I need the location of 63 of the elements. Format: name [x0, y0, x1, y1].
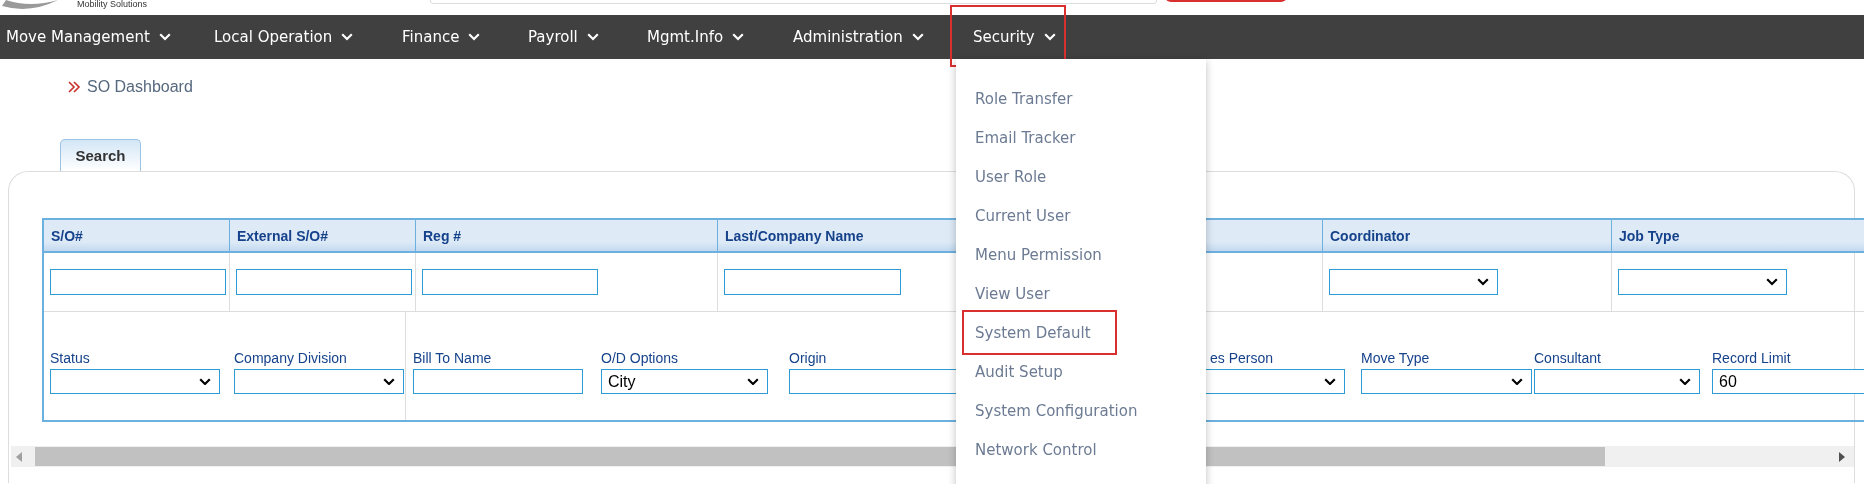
tab[interactable]: Search — [60, 139, 141, 171]
nav-menu-item[interactable]: Local Operation — [214, 15, 354, 59]
dropdown-menu-item[interactable]: User Role — [975, 167, 1047, 186]
chevron-down-icon — [1043, 33, 1056, 41]
chevron-down-icon — [1477, 278, 1489, 286]
nav-menu-item[interactable]: Payroll — [528, 15, 599, 59]
nav-menu-item[interactable]: Move Management — [6, 15, 171, 59]
chevron-down-icon — [1766, 278, 1778, 286]
dropdown-field[interactable] — [1361, 369, 1532, 394]
input-field[interactable] — [236, 269, 412, 295]
chevron-down-icon — [383, 377, 395, 386]
chevron-down-icon — [1324, 377, 1336, 386]
chevron-down-icon — [1511, 377, 1523, 386]
column-header: Coordinator — [1323, 220, 1612, 253]
dropdown-menu-item[interactable]: Audit Setup — [975, 362, 1063, 381]
dropdown-menu-item[interactable]: System Default — [975, 323, 1091, 342]
dropdown-menu-item[interactable]: View User — [975, 284, 1050, 303]
dropdown-menu-item[interactable]: Network Control — [975, 440, 1097, 459]
dropdown-field[interactable]: City — [601, 369, 768, 394]
nav-menu-item[interactable]: Mgmt.Info — [647, 15, 745, 59]
chevron-down-icon — [586, 33, 599, 41]
column-header: Reg # — [416, 220, 718, 253]
field-label: Record Limit — [1712, 350, 1791, 367]
field-label: O/D Options — [601, 350, 679, 367]
input-field[interactable] — [50, 269, 226, 295]
input-field[interactable] — [422, 269, 598, 295]
dropdown-field[interactable] — [50, 369, 220, 394]
dropdown-menu-item[interactable]: System Configuration — [975, 401, 1138, 420]
nav-menu-item[interactable]: Administration — [793, 15, 924, 59]
breadcrumb-text: SO Dashboard — [87, 78, 193, 96]
logo-tagline: Mobility Solutions — [77, 0, 148, 10]
dropdown-field[interactable] — [1329, 269, 1498, 295]
chevron-down-icon — [158, 33, 171, 41]
scroll-right-icon[interactable] — [1838, 451, 1846, 462]
dropdown-field[interactable] — [1618, 269, 1787, 295]
column-header: External S/O# — [230, 220, 416, 253]
field-label: Company Division — [234, 350, 347, 367]
field-label: Origin — [789, 350, 827, 367]
nav-menu-item[interactable]: Security — [973, 15, 1056, 59]
scroll-left-icon[interactable] — [15, 451, 23, 462]
dropdown-menu-item[interactable]: Email Tracker — [975, 128, 1076, 147]
input-field[interactable] — [724, 269, 901, 295]
nav-menu-item[interactable]: Finance — [402, 15, 481, 59]
dropdown-field[interactable] — [234, 369, 404, 394]
input-field[interactable] — [413, 369, 583, 394]
double-chevron-icon — [68, 81, 81, 93]
field-label: Bill To Name — [413, 350, 492, 367]
field-label: es Person — [1210, 350, 1274, 367]
chevron-down-icon — [911, 33, 924, 41]
chevron-down-icon — [468, 33, 481, 41]
dropdown-menu-item[interactable]: Role Transfer — [975, 89, 1073, 108]
column-header: Job Type — [1612, 220, 1864, 253]
chevron-down-icon — [199, 377, 211, 386]
input-field[interactable]: 60 — [1712, 369, 1864, 394]
field-label: Status — [50, 350, 90, 367]
chevron-down-icon — [1679, 377, 1691, 386]
chevron-down-icon — [732, 33, 745, 41]
chevron-down-icon — [341, 33, 354, 41]
column-header: S/O# — [44, 220, 230, 253]
dropdown-field[interactable] — [1534, 369, 1700, 394]
chevron-down-icon — [747, 377, 759, 386]
field-label: Move Type — [1361, 350, 1430, 367]
field-label: Consultant — [1534, 350, 1601, 367]
